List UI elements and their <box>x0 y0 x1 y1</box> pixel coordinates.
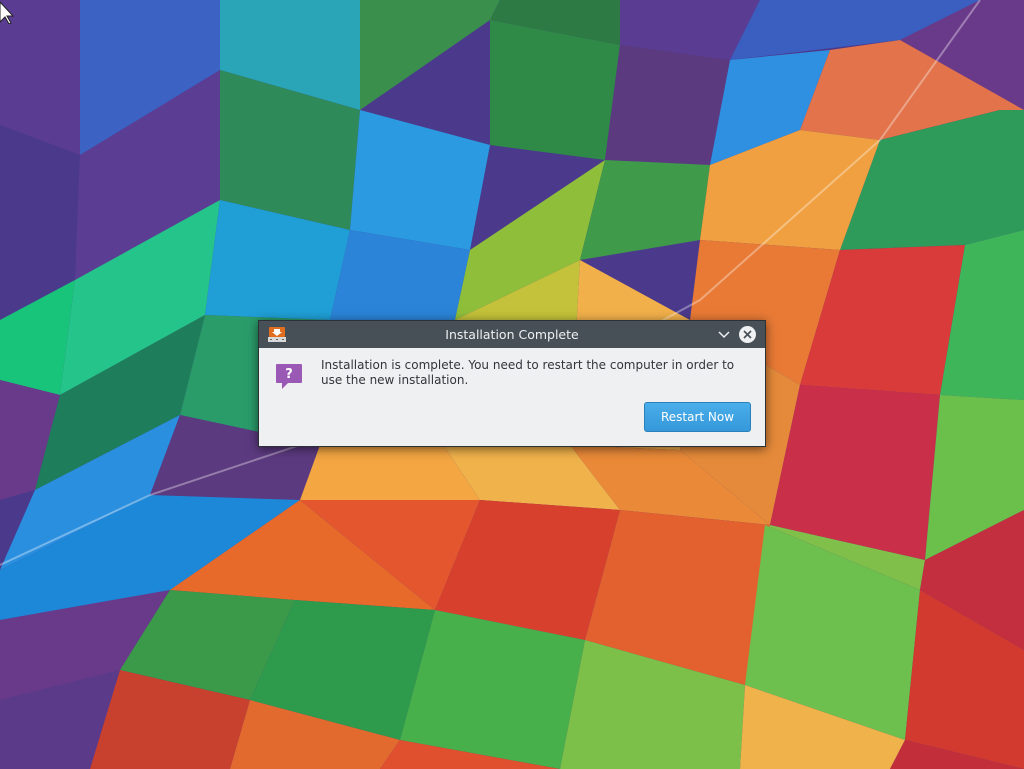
chevron-down-icon[interactable] <box>716 327 732 343</box>
dialog-title: Installation Complete <box>445 327 579 342</box>
question-icon: ? <box>276 364 302 389</box>
close-icon[interactable] <box>738 325 757 344</box>
dialog-message: Installation is complete. You need to re… <box>321 358 735 387</box>
dialog-titlebar[interactable]: Installation Complete <box>259 321 765 348</box>
desktop[interactable]: Installation Complete ? Installation is … <box>0 0 1024 769</box>
mouse-cursor-icon <box>0 1 14 24</box>
restart-now-button[interactable]: Restart Now <box>644 402 751 432</box>
svg-text:?: ? <box>285 367 293 382</box>
installation-complete-dialog: Installation Complete ? Installation is … <box>258 320 766 447</box>
